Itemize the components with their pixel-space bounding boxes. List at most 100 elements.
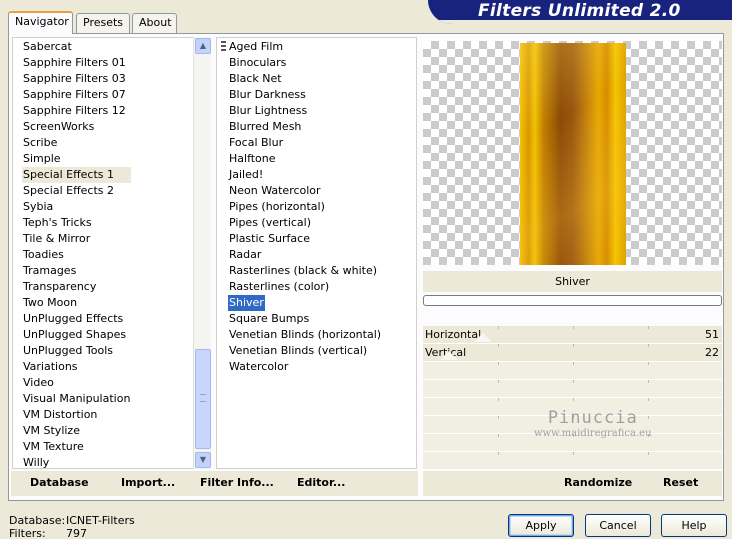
slider-tick xyxy=(498,452,499,455)
randomize-button[interactable]: Randomize xyxy=(564,476,632,489)
category-item[interactable]: Sybia xyxy=(22,199,131,215)
slider-thumb[interactable] xyxy=(474,333,492,342)
category-item[interactable]: UnPlugged Effects xyxy=(22,311,131,327)
filter-items: Aged Film Binoculars Black Net Blur Darknes… xyxy=(228,39,382,375)
slider-value: 22 xyxy=(705,346,719,359)
filters-count-label: Filters: xyxy=(9,527,46,539)
help-button[interactable]: Help xyxy=(661,514,727,537)
banner-title: Filters Unlimited 2.0 xyxy=(478,1,681,21)
category-item[interactable]: Willy xyxy=(22,455,131,468)
filter-item[interactable]: Black Net xyxy=(228,71,283,87)
category-item[interactable]: ScreenWorks xyxy=(22,119,131,135)
tab-about[interactable]: About xyxy=(132,13,177,33)
import-button[interactable]: Import... xyxy=(121,476,175,489)
empty-slider-row xyxy=(423,362,722,380)
slider-tick xyxy=(498,434,499,437)
filter-item[interactable]: Plastic Surface xyxy=(228,231,311,247)
filter-item[interactable]: Watercolor xyxy=(228,359,289,375)
filter-item[interactable]: Square Bumps xyxy=(228,311,310,327)
right-toolbar: Randomize Reset xyxy=(423,471,722,496)
filter-item[interactable]: Focal Blur xyxy=(228,135,284,151)
title-banner: Filters Unlimited 2.0 xyxy=(428,0,732,24)
watermark-name: Pinuccia xyxy=(547,408,638,428)
category-item[interactable]: Simple xyxy=(22,151,131,167)
filter-item[interactable]: Radar xyxy=(228,247,262,263)
filter-item[interactable]: Venetian Blinds (vertical) xyxy=(228,343,368,359)
category-list[interactable]: Sabercat Sapphire Filters 01 Sapphire Filt… xyxy=(12,37,211,469)
category-item[interactable]: Scribe xyxy=(22,135,131,151)
slider-row[interactable]: Vertical 22 xyxy=(423,344,722,362)
scroll-thumb[interactable] xyxy=(195,349,211,449)
category-item[interactable]: Sapphire Filters 12 xyxy=(22,103,131,119)
filter-item[interactable]: Blur Darkness xyxy=(228,87,307,103)
filter-item[interactable]: Venetian Blinds (horizontal) xyxy=(228,327,382,343)
tab-navigator[interactable]: Navigator xyxy=(8,11,73,34)
category-scrollbar[interactable]: ▲ ▼ xyxy=(193,37,211,469)
filter-item[interactable]: Aged Film xyxy=(228,39,284,55)
category-item[interactable]: Sapphire Filters 01 xyxy=(22,55,131,71)
category-item[interactable]: Tramages xyxy=(22,263,131,279)
filter-item[interactable]: Rasterlines (black & white) xyxy=(228,263,378,279)
category-item[interactable]: Two Moon xyxy=(22,295,131,311)
slider-tick xyxy=(573,380,574,383)
reset-button[interactable]: Reset xyxy=(663,476,698,489)
filter-item[interactable]: Blur Lightness xyxy=(228,103,308,119)
filter-item[interactable]: Shiver xyxy=(228,295,265,311)
category-item[interactable]: Variations xyxy=(22,359,131,375)
filter-item[interactable]: Binoculars xyxy=(228,55,287,71)
tab-presets[interactable]: Presets xyxy=(76,13,130,33)
filter-list[interactable]: Aged Film Binoculars Black Net Blur Darknes… xyxy=(216,37,417,469)
category-item[interactable]: Sapphire Filters 07 xyxy=(22,87,131,103)
filter-item[interactable]: Pipes (vertical) xyxy=(228,215,312,231)
category-item[interactable]: Special Effects 1 xyxy=(22,167,132,183)
slider-tick xyxy=(498,380,499,383)
slider-row[interactable]: Horizontal 51 xyxy=(423,326,722,344)
empty-slider-row xyxy=(423,452,722,470)
editor-button[interactable]: Editor... xyxy=(297,476,345,489)
scroll-up-button[interactable]: ▲ xyxy=(195,38,211,54)
category-item[interactable]: Tile & Mirror xyxy=(22,231,131,247)
filter-info-button[interactable]: Filter Info... xyxy=(200,476,274,489)
category-item[interactable]: VM Stylize xyxy=(22,423,131,439)
filter-item[interactable]: Pipes (horizontal) xyxy=(228,199,326,215)
category-item[interactable]: Transparency xyxy=(22,279,131,295)
category-item[interactable]: VM Distortion xyxy=(22,407,131,423)
database-button[interactable]: Database xyxy=(30,476,89,489)
apply-button[interactable]: Apply xyxy=(508,514,574,537)
parameter-sliders: Horizontal 51 Vertical 22 xyxy=(423,326,722,470)
category-item[interactable]: UnPlugged Shapes xyxy=(22,327,131,343)
filter-item[interactable]: Jailed! xyxy=(228,167,264,183)
category-item[interactable]: Sapphire Filters 03 xyxy=(22,71,131,87)
slider-label: Horizontal xyxy=(425,328,482,341)
filter-item[interactable]: Halftone xyxy=(228,151,277,167)
slider-tick xyxy=(648,380,649,383)
category-item[interactable]: VM Texture xyxy=(22,439,131,455)
slider-tick xyxy=(498,362,499,365)
preview-image xyxy=(520,43,626,265)
slider-tick xyxy=(573,362,574,365)
progress-bar xyxy=(423,295,722,306)
filter-item[interactable]: Neon Watercolor xyxy=(228,183,322,199)
drag-handle-icon xyxy=(221,41,226,51)
scroll-down-button[interactable]: ▼ xyxy=(195,452,211,468)
slider-tick xyxy=(648,326,649,329)
slider-tick xyxy=(498,326,499,329)
slider-value: 51 xyxy=(705,328,719,341)
slider-tick xyxy=(498,344,499,347)
category-item[interactable]: Visual Manipulation xyxy=(22,391,131,407)
slider-tick xyxy=(573,398,574,401)
category-item[interactable]: Special Effects 2 xyxy=(22,183,131,199)
filter-name-label: Shiver xyxy=(423,271,722,292)
filter-item[interactable]: Blurred Mesh xyxy=(228,119,302,135)
category-item[interactable]: Teph's Tricks xyxy=(22,215,131,231)
slider-tick xyxy=(573,344,574,347)
preview-area xyxy=(423,41,722,265)
category-item[interactable]: Sabercat xyxy=(22,39,131,55)
cancel-button[interactable]: Cancel xyxy=(585,514,651,537)
category-item[interactable]: UnPlugged Tools xyxy=(22,343,131,359)
slider-thumb[interactable] xyxy=(440,351,458,360)
slider-tick xyxy=(498,416,499,419)
filter-item[interactable]: Rasterlines (color) xyxy=(228,279,330,295)
category-item[interactable]: Video xyxy=(22,375,131,391)
category-item[interactable]: Toadies xyxy=(22,247,131,263)
